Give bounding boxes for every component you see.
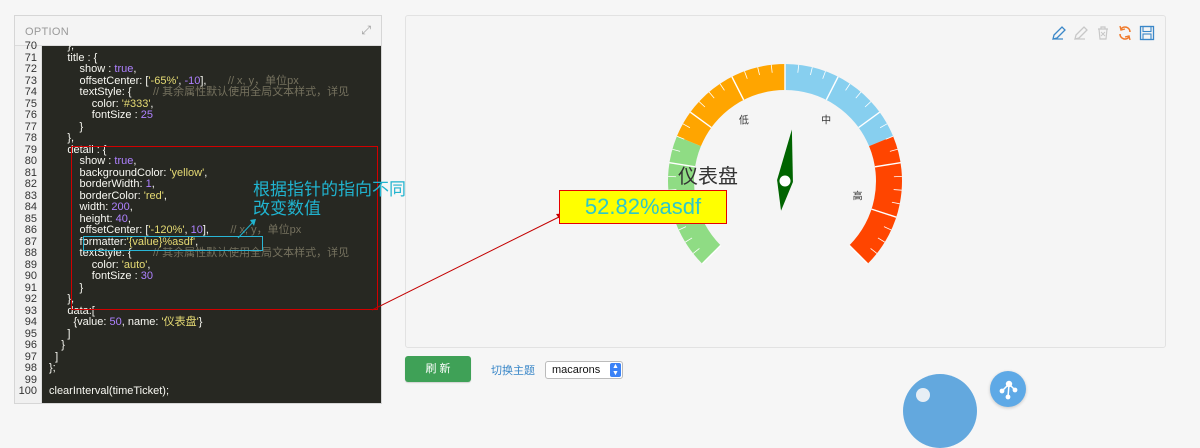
decorative-circle [903, 374, 977, 448]
theme-select-value: macarons [552, 364, 600, 376]
annotation-arrow-line [372, 213, 567, 310]
gauge-segment-2 [677, 64, 785, 146]
theme-select[interactable]: macarons ▲▼ [545, 361, 623, 379]
gauge-segment-label: 中 [821, 113, 831, 126]
refresh-button[interactable]: 刷 新 [405, 356, 471, 382]
gauge-detail-box: 52.82%asdf [559, 190, 727, 224]
gauge-segment-label: 高 [853, 189, 863, 202]
select-arrows-icon: ▲▼ [610, 363, 621, 377]
theme-switch-label: 切换主题 [491, 362, 535, 378]
gauge-pointer [777, 129, 793, 210]
gauge-title: 仪表盘 [678, 160, 738, 189]
gauge-pointer-hub [780, 176, 791, 187]
gauge-segment-3 [785, 64, 893, 146]
gauge-segment-label: 低 [739, 113, 749, 126]
decorative-dot [916, 388, 930, 402]
